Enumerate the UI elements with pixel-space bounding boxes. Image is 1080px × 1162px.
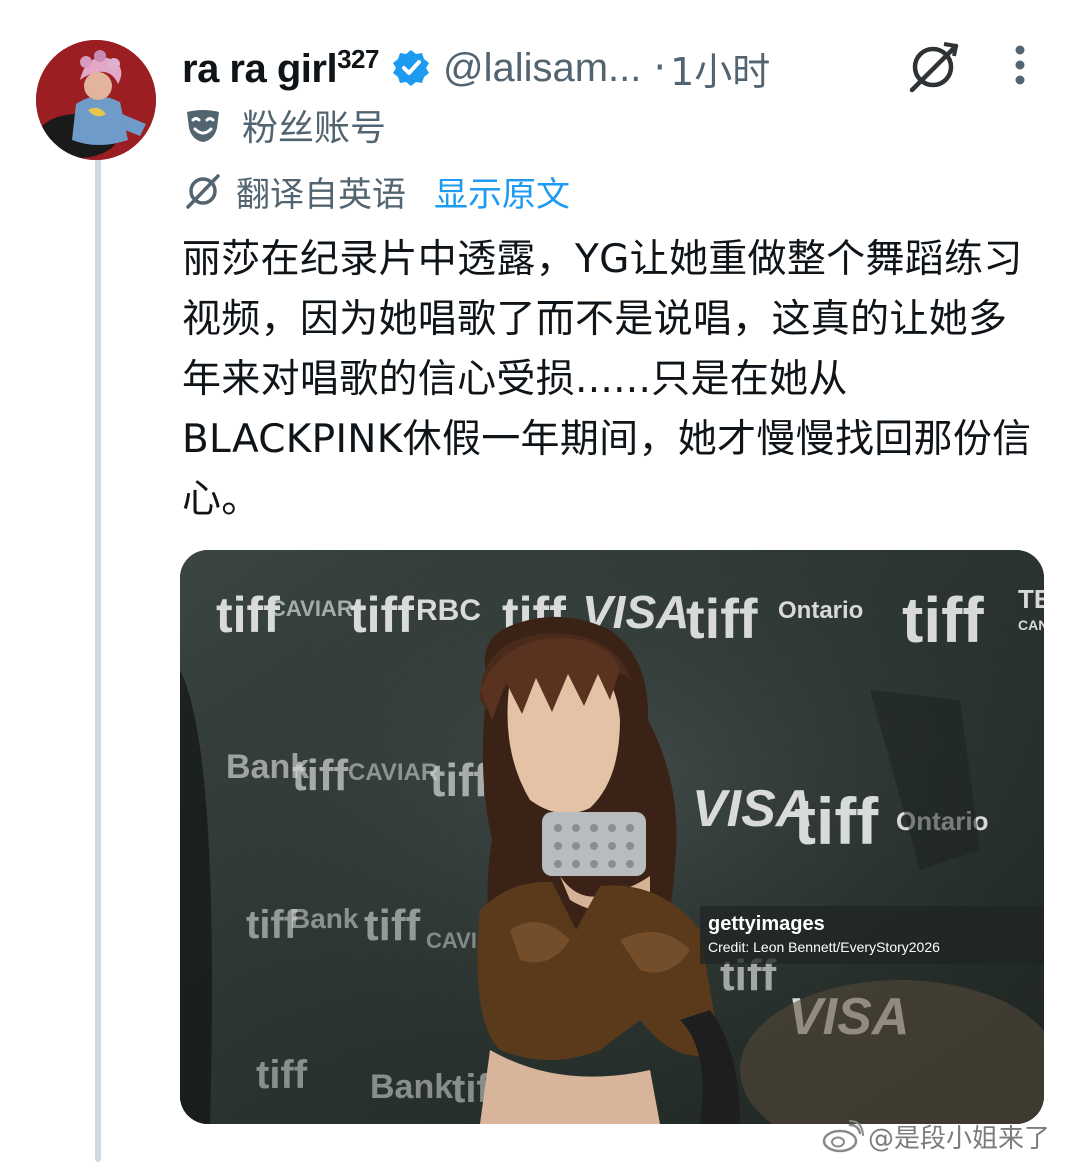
svg-text:tiff: tiff [686,587,758,650]
translate-icon [186,174,220,209]
display-name-superscript: 327 [337,44,379,74]
avatar-image [36,40,156,160]
post-header: ra ra girl327 @lalisam... · 1小时 [182,38,770,98]
svg-text:tiff: tiff [794,784,879,858]
avatar[interactable] [36,40,156,160]
svg-text:Bank: Bank [290,903,359,934]
svg-text:tiff: tiff [364,901,421,950]
svg-text:CAN: CAN [1018,617,1044,633]
media-photo: tiff CAVIAR tiff RBC tiff VISA tiff Onta… [180,550,1044,1124]
svg-text:tiff: tiff [902,584,984,656]
svg-text:CAVIAR: CAVIAR [348,759,438,786]
post-image[interactable]: tiff CAVIAR tiff RBC tiff VISA tiff Onta… [180,550,1044,1124]
svg-text:tiff: tiff [430,754,489,806]
user-handle[interactable]: @lalisam... [443,46,641,91]
svg-text:tiff: tiff [256,1053,308,1097]
display-name-text: ra ra girl [182,47,338,91]
translation-row: 翻译自英语 显示原文 [184,166,570,216]
post-body: 丽莎在纪录片中透露，YG让她重做整个舞蹈练习视频，因为她唱歌了而不是说唱，这真的… [182,237,1032,522]
mask-icon [187,110,219,142]
display-name[interactable]: ra ra girl327 [182,44,379,92]
svg-text:CAVIAR: CAVIAR [270,596,353,621]
show-original-link[interactable]: 显示原文 [434,167,570,216]
verified-badge-icon [392,50,429,86]
svg-text:Bank: Bank [370,1068,453,1106]
account-label-row: 粉丝账号 [184,100,386,150]
svg-text:RBC: RBC [416,594,481,627]
thread-line [95,158,101,1162]
account-label: 粉丝账号 [242,108,387,149]
svg-text:tiff: tiff [292,751,349,800]
watermark-text: @是段小姐来了 [868,1123,1051,1154]
post-timestamp[interactable]: 1小时 [670,41,770,96]
svg-text:tiff: tiff [350,587,414,643]
watermark: @是段小姐来了 [822,1116,1050,1156]
grok-translate-icon[interactable] [906,40,960,94]
svg-text:TE: TE [1018,584,1044,614]
svg-text:Ontario: Ontario [778,597,863,624]
translated-label: 翻译自英语 [236,174,406,215]
separator-dot: · [653,45,667,91]
photo-credit: Credit: Leon Bennett/EveryStory2026 [708,939,940,955]
weibo-logo-icon [822,1120,864,1153]
getty-logo: gettyimages [708,913,825,935]
more-icon[interactable] [1006,44,1034,86]
